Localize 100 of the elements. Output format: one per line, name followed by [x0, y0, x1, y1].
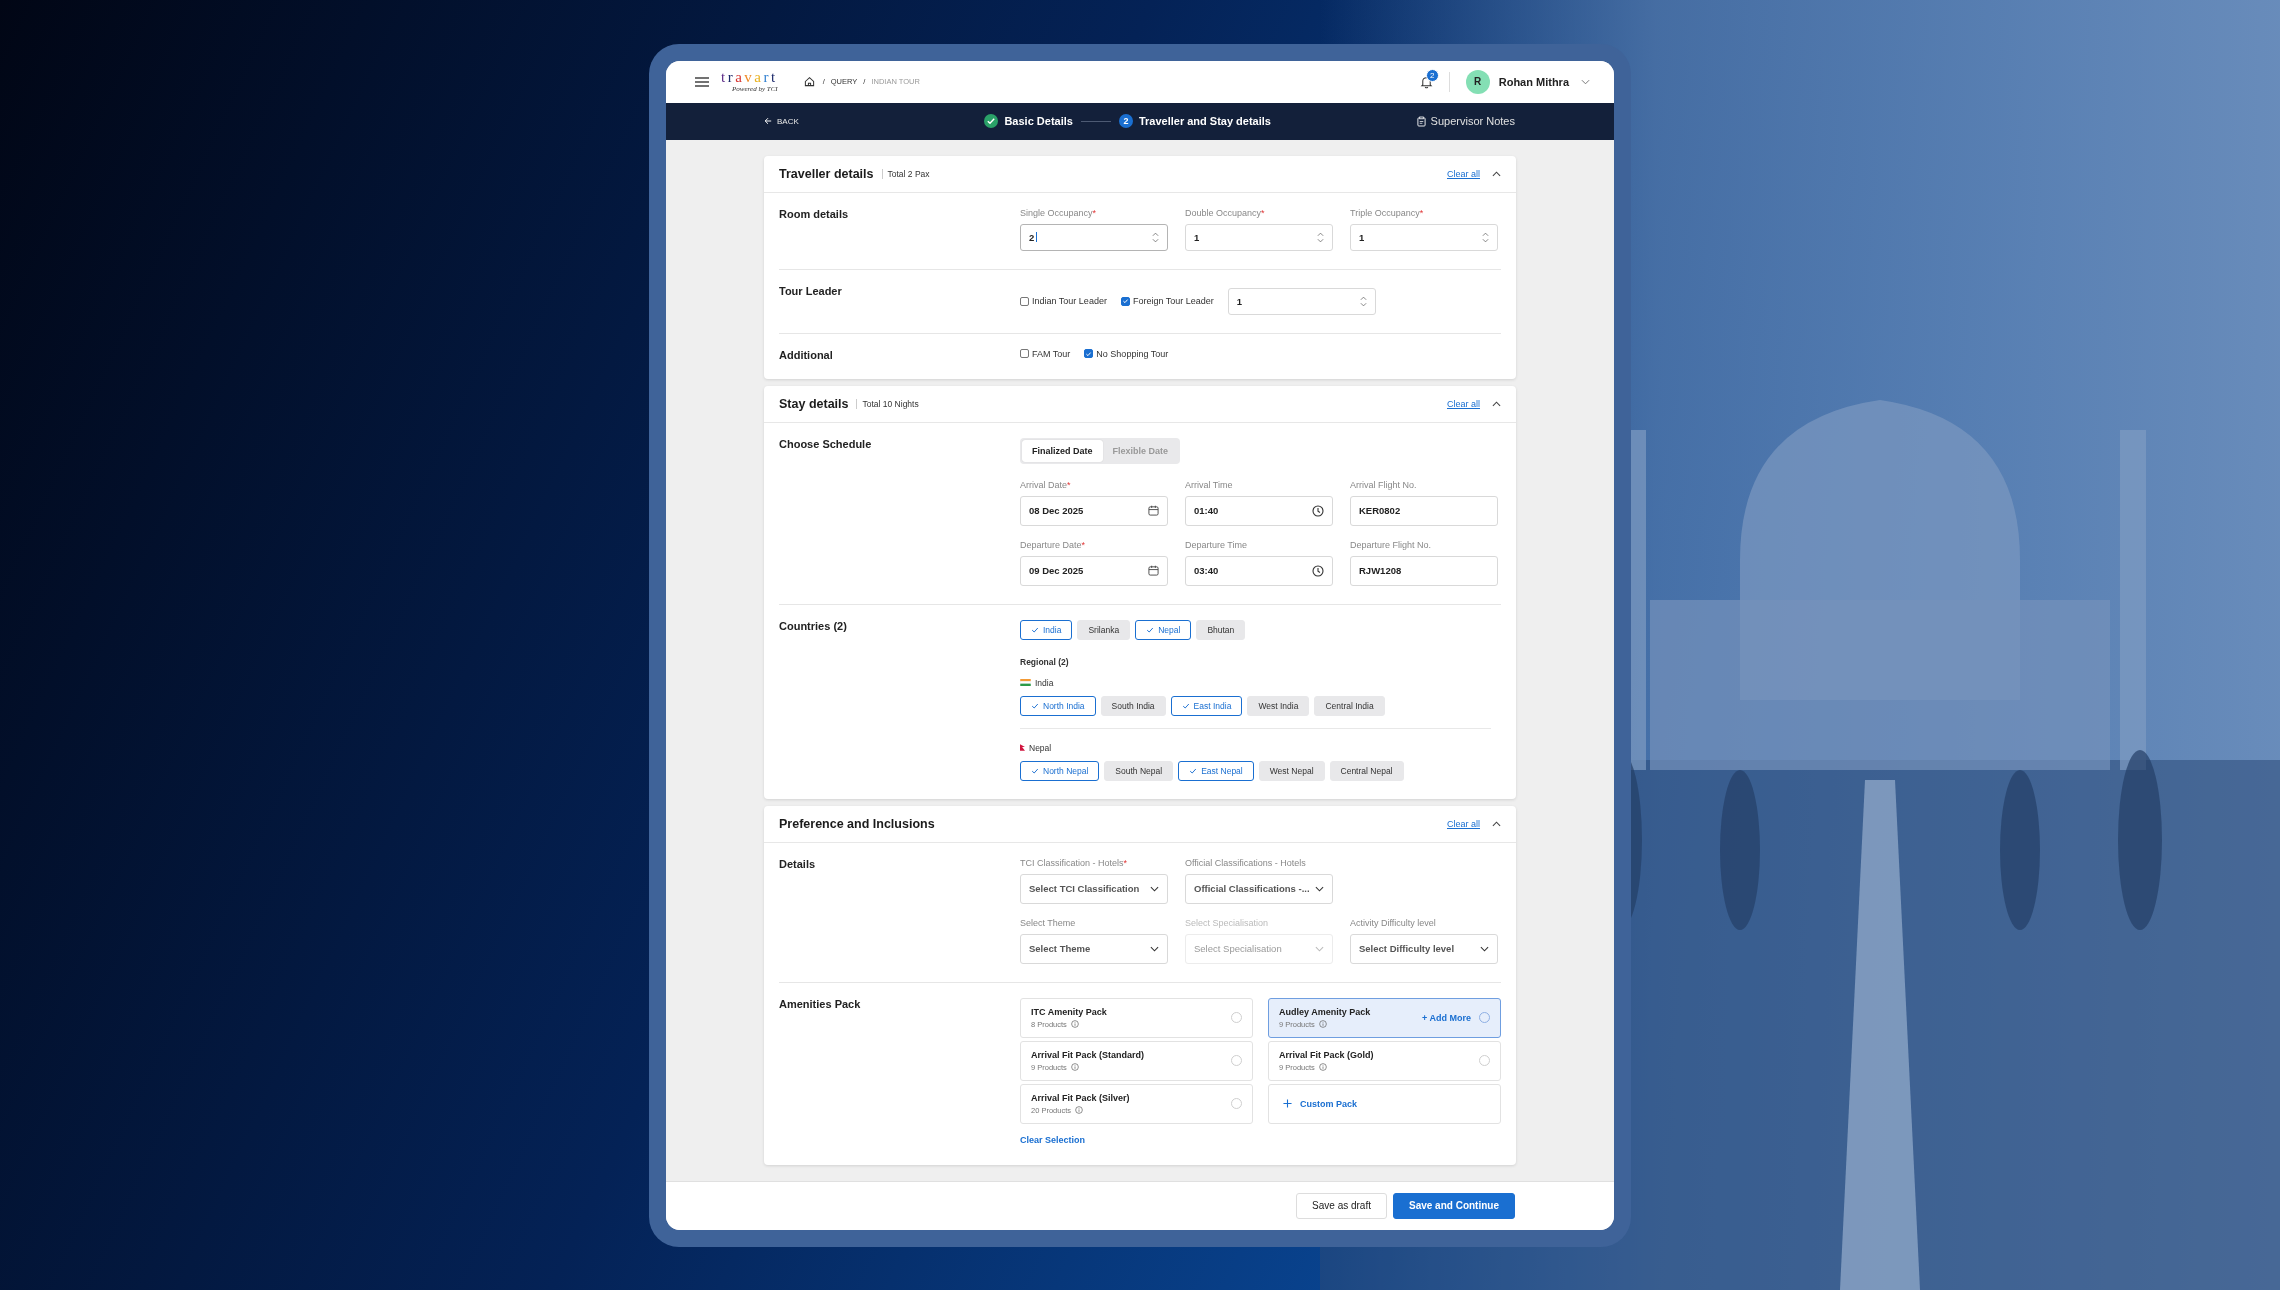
- country-chip[interactable]: Srilanka: [1077, 619, 1131, 640]
- add-more-link[interactable]: + Add More: [1422, 1012, 1471, 1023]
- dropdown[interactable]: Select Difficulty level: [1350, 933, 1498, 964]
- check-icon: [1031, 766, 1039, 775]
- region-chip[interactable]: Central Nepal: [1329, 760, 1404, 781]
- field-label: Departure Flight No.: [1350, 539, 1433, 550]
- spinner-icon[interactable]: [1482, 231, 1489, 243]
- calendar-icon[interactable]: [1148, 505, 1159, 516]
- flag-icon: [1020, 679, 1031, 686]
- region-chip[interactable]: West India: [1247, 695, 1310, 716]
- calendar-icon[interactable]: [1148, 565, 1159, 576]
- spinner-icon[interactable]: [1152, 231, 1159, 243]
- region-chip[interactable]: East India: [1170, 695, 1243, 716]
- time-field[interactable]: 03:40: [1185, 555, 1333, 586]
- checkbox[interactable]: FAM Tour: [1020, 348, 1071, 359]
- regional-heading: Regional (2): [1020, 656, 1070, 667]
- check-icon: [1031, 625, 1039, 634]
- chevron-up-icon[interactable]: [1492, 170, 1501, 177]
- dropdown[interactable]: Official Classifications -...: [1185, 873, 1333, 904]
- arrow-left-icon: [764, 117, 772, 125]
- step-tab[interactable]: 2 Traveller and Stay details: [1118, 114, 1271, 128]
- region-country: Nepal: [1029, 742, 1052, 753]
- step-tab[interactable]: Basic Details: [984, 114, 1073, 128]
- checkbox-box[interactable]: [1120, 296, 1130, 306]
- info-icon[interactable]: [1070, 1020, 1079, 1028]
- row-label: Additional: [779, 348, 834, 361]
- clock-icon[interactable]: [1312, 564, 1324, 577]
- info-icon[interactable]: [1070, 1063, 1079, 1071]
- row-label: Room details: [779, 207, 850, 222]
- home-icon[interactable]: [803, 76, 815, 87]
- field-label: Official Classifications - Hotels: [1185, 857, 1307, 868]
- date-field[interactable]: 08 Dec 2025: [1020, 495, 1168, 526]
- pack-name: Arrival Fit Pack (Standard): [1031, 1049, 1145, 1060]
- region-chip[interactable]: East Nepal: [1178, 760, 1254, 781]
- user-avatar[interactable]: R: [1465, 69, 1490, 94]
- checkbox-box[interactable]: [1084, 349, 1094, 358]
- custom-pack-button[interactable]: Custom Pack: [1268, 1083, 1501, 1124]
- country-chip[interactable]: Nepal: [1135, 619, 1192, 640]
- back-link[interactable]: BACK: [764, 116, 799, 126]
- checkbox-label: FAM Tour: [1032, 348, 1071, 359]
- schedule-option[interactable]: Finalized Date: [1022, 439, 1103, 462]
- pack-name: Audley Amenity Pack: [1279, 1006, 1371, 1017]
- info-icon[interactable]: [1075, 1106, 1084, 1114]
- chevron-down-icon[interactable]: [1480, 945, 1489, 952]
- info-icon[interactable]: [1318, 1063, 1327, 1071]
- checkbox-box[interactable]: [1020, 296, 1029, 306]
- section-summary: Total 10 Nights: [856, 398, 919, 409]
- text-field[interactable]: KER0802: [1350, 495, 1498, 526]
- chevron-up-icon[interactable]: [1492, 400, 1501, 407]
- section-title: Preference and Inclusions: [779, 816, 935, 831]
- checkbox-box[interactable]: [1020, 349, 1029, 358]
- dropdown[interactable]: Select Theme: [1020, 933, 1168, 964]
- region-chip[interactable]: South India: [1100, 695, 1166, 716]
- clear-all-link[interactable]: Clear all: [1447, 168, 1480, 179]
- pack-name: Arrival Fit Pack (Gold): [1279, 1049, 1374, 1060]
- user-name[interactable]: Rohan Mithra: [1498, 75, 1569, 88]
- country-chip[interactable]: India: [1020, 619, 1073, 640]
- number-field[interactable]: 2: [1020, 223, 1168, 251]
- clear-all-link[interactable]: Clear all: [1447, 398, 1480, 409]
- field-label: Arrival Flight No.: [1350, 479, 1418, 490]
- row-label: Choose Schedule: [779, 437, 873, 452]
- region-chip[interactable]: North Nepal: [1020, 760, 1100, 781]
- region-chip[interactable]: South Nepal: [1104, 760, 1174, 781]
- chevron-down-icon[interactable]: [1150, 945, 1159, 952]
- check-icon: [1189, 766, 1198, 775]
- region-chip[interactable]: West Nepal: [1258, 760, 1325, 781]
- chevron-down-icon[interactable]: [1150, 885, 1159, 892]
- save-and-continue-button[interactable]: Save and Continue: [1393, 1192, 1515, 1219]
- country-chip[interactable]: Bhutan: [1196, 619, 1246, 640]
- region-chip[interactable]: North India: [1020, 695, 1096, 716]
- check-icon: [1146, 625, 1155, 634]
- field-label: Departure Date*: [1020, 539, 1087, 550]
- number-field[interactable]: 1: [1185, 223, 1333, 251]
- number-field[interactable]: 1: [1227, 287, 1376, 315]
- step-number: 2: [1118, 114, 1133, 128]
- spinner-icon[interactable]: [1317, 231, 1324, 243]
- save-draft-button[interactable]: Save as draft: [1296, 1192, 1387, 1219]
- section-title: Traveller details: [779, 166, 874, 181]
- clear-all-link[interactable]: Clear all: [1447, 818, 1480, 829]
- text-field[interactable]: RJW1208: [1350, 555, 1498, 586]
- field-label: TCI Classification - Hotels*: [1020, 857, 1129, 868]
- logo[interactable]: travart: [721, 70, 778, 85]
- info-icon[interactable]: [1318, 1020, 1327, 1028]
- number-field[interactable]: 1: [1350, 223, 1498, 251]
- clipboard-icon: [1416, 115, 1426, 127]
- check-icon: [1031, 701, 1039, 710]
- row-label: Tour Leader: [779, 284, 843, 299]
- menu-icon[interactable]: [695, 76, 709, 87]
- chevron-down-icon[interactable]: [1315, 885, 1324, 892]
- region-chip[interactable]: Central India: [1314, 695, 1385, 716]
- time-field[interactable]: 01:40: [1185, 495, 1333, 526]
- clear-selection-link[interactable]: Clear Selection: [1020, 1134, 1086, 1145]
- dropdown[interactable]: Select TCI Classification: [1020, 873, 1168, 904]
- field-label: Select Specialisation: [1185, 917, 1270, 928]
- date-field[interactable]: 09 Dec 2025: [1020, 555, 1168, 586]
- supervisor-notes-button[interactable]: Supervisor Notes: [1416, 115, 1515, 127]
- clock-icon[interactable]: [1312, 504, 1324, 517]
- chevron-up-icon[interactable]: [1492, 820, 1501, 827]
- bell-icon[interactable]: [1419, 74, 1433, 89]
- field-label: Triple Occupancy*: [1350, 207, 1425, 218]
